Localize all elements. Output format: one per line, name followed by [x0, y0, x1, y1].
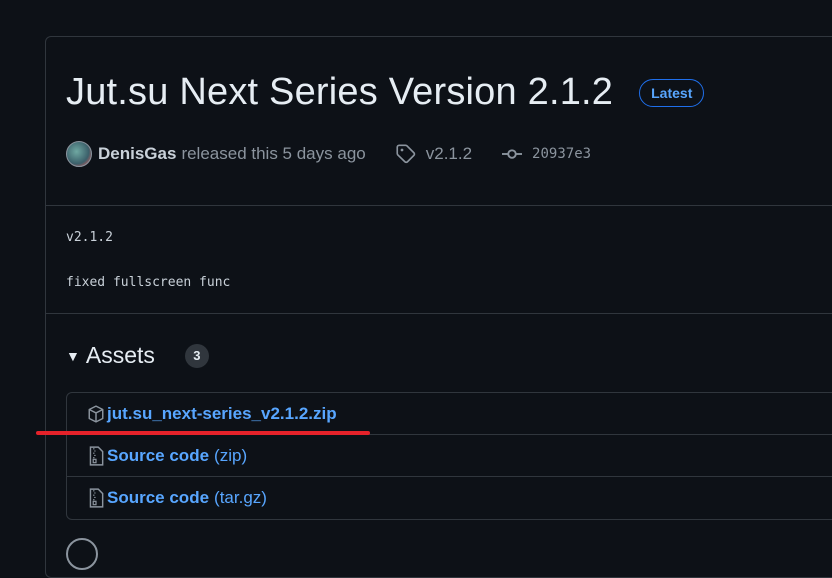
file-zip-icon [89, 445, 104, 466]
annotation-underline [36, 431, 370, 435]
asset-row-source-targz[interactable]: Source code (tar.gz) [67, 477, 832, 518]
tag-link[interactable]: v2.1.2 [396, 144, 472, 164]
reaction-icon[interactable] [66, 538, 98, 570]
commit-hash: 20937e3 [532, 146, 592, 162]
divider [46, 205, 832, 206]
notes-version: v2.1.2 [66, 230, 113, 245]
commit-icon [502, 149, 523, 159]
commit-link[interactable]: 20937e3 [502, 144, 591, 164]
released-text: released this 5 days ago [181, 144, 366, 163]
asset-format[interactable]: (tar.gz) [214, 488, 267, 508]
title-row: Jut.su Next Series Version 2.1.2 Latest [66, 71, 705, 114]
package-icon [88, 404, 104, 423]
avatar[interactable] [66, 141, 92, 167]
source-code-link[interactable]: Source code [107, 446, 209, 466]
divider [46, 313, 832, 314]
asset-row-zip[interactable]: jut.su_next-series_v2.1.2.zip [67, 393, 832, 435]
asset-link[interactable]: jut.su_next-series_v2.1.2.zip [107, 404, 337, 424]
latest-badge: Latest [639, 78, 705, 107]
assets-count-badge: 3 [184, 343, 209, 368]
notes-description: fixed fullscreen func [66, 275, 231, 290]
asset-format[interactable]: (zip) [214, 446, 247, 466]
author-link[interactable]: DenisGas [98, 144, 176, 164]
tag-icon [396, 144, 415, 164]
source-code-link[interactable]: Source code [107, 488, 209, 508]
tag-label: v2.1.2 [425, 144, 473, 163]
release-meta: DenisGas released this 5 days ago v2.1.2… [66, 141, 591, 167]
assets-list: jut.su_next-series_v2.1.2.zip Source cod… [66, 392, 832, 520]
assets-toggle[interactable]: ▼ Assets 3 [66, 342, 209, 369]
asset-row-source-zip[interactable]: Source code (zip) [67, 435, 832, 477]
release-title[interactable]: Jut.su Next Series Version 2.1.2 [66, 71, 613, 114]
assets-title: Assets [85, 342, 155, 368]
file-zip-icon [89, 487, 104, 508]
release-card: Jut.su Next Series Version 2.1.2 Latest … [45, 36, 832, 578]
caret-down-icon: ▼ [66, 347, 80, 364]
